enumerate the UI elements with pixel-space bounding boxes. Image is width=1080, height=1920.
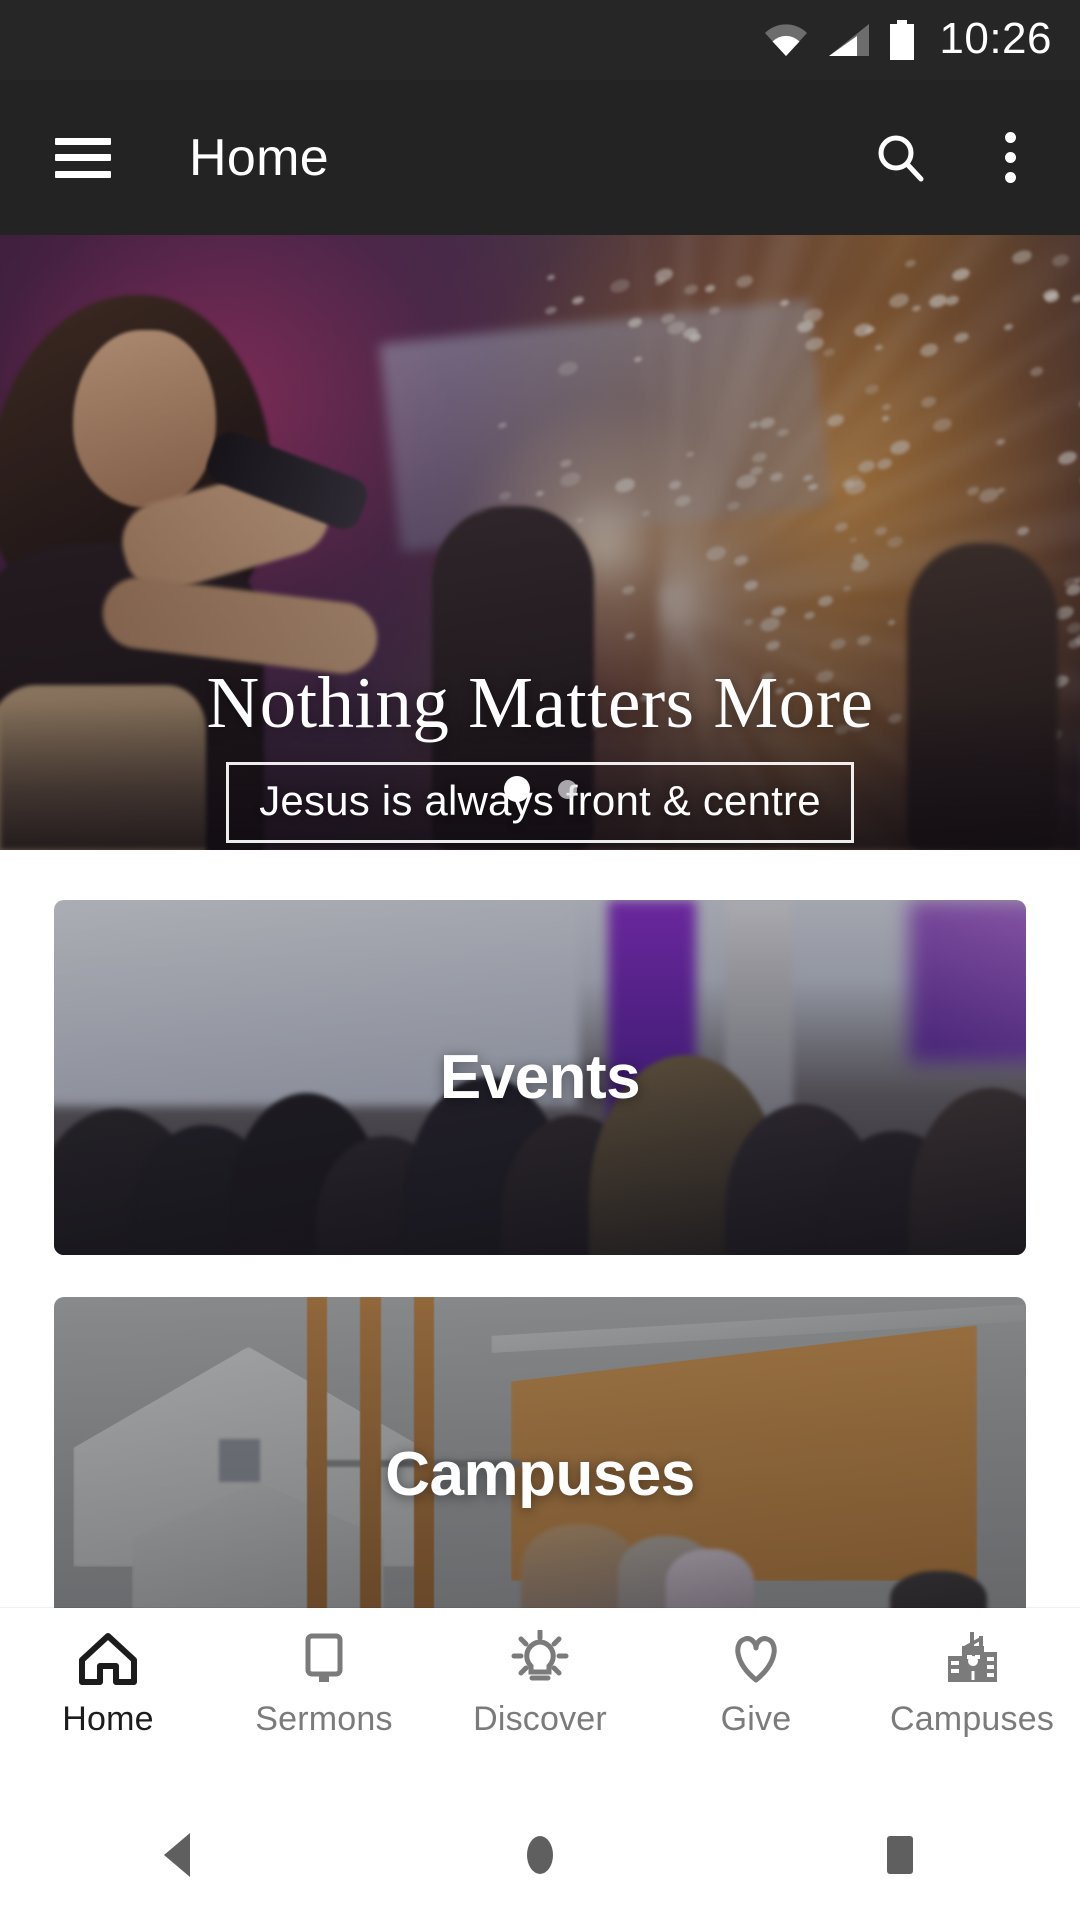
nav-label-sermons: Sermons: [255, 1700, 393, 1738]
status-bar: 10:26: [0, 0, 1080, 80]
nav-item-give[interactable]: Give: [648, 1608, 864, 1739]
hero-caption: Nothing Matters More Jesus is always fro…: [0, 662, 1080, 844]
overflow-menu-icon[interactable]: [987, 124, 1034, 191]
buildings-icon: [948, 1632, 997, 1682]
card-campuses[interactable]: Campuses: [54, 1297, 1026, 1608]
nav-label-campuses: Campuses: [889, 1700, 1055, 1738]
home-icon: [79, 1633, 137, 1685]
search-icon[interactable]: [873, 130, 929, 186]
recents-button[interactable]: [720, 1829, 1080, 1881]
cellular-signal-icon: [829, 24, 870, 56]
carousel-dot-2[interactable]: [557, 779, 577, 799]
lightbulb-icon: [511, 1630, 569, 1681]
home-button[interactable]: [360, 1829, 720, 1881]
hero-carousel[interactable]: Nothing Matters More Jesus is always fro…: [0, 235, 1080, 850]
back-button[interactable]: [0, 1829, 360, 1881]
app-screen: 10:26 Home Nothing Matters More Jesus is…: [0, 0, 1080, 1920]
monitor-icon: [305, 1633, 343, 1682]
status-bar-clock: 10:26: [939, 13, 1052, 63]
nav-item-sermons[interactable]: Sermons: [216, 1608, 432, 1739]
nav-label-give: Give: [720, 1700, 792, 1738]
carousel-dot-1[interactable]: [503, 776, 530, 802]
nav-item-campuses[interactable]: Campuses: [864, 1608, 1080, 1739]
content-list: Events Campuses: [0, 850, 1080, 1608]
carousel-pagination[interactable]: [0, 776, 1080, 802]
nav-label-discover: Discover: [473, 1700, 607, 1738]
nav-item-discover[interactable]: Discover: [432, 1608, 648, 1739]
nav-label-home: Home: [62, 1700, 154, 1738]
heart-icon: [735, 1636, 777, 1683]
bottom-navigation: Home Sermons Discover Give Campuses: [0, 1608, 1080, 1790]
hero-subtitle-box: Jesus is always front & centre: [226, 762, 854, 844]
battery-icon: [890, 20, 915, 60]
card-events[interactable]: Events: [54, 900, 1026, 1255]
app-bar: Home: [0, 80, 1080, 235]
nav-item-home[interactable]: Home: [0, 1608, 216, 1739]
events-card-label: Events: [439, 1043, 641, 1112]
campuses-card-label: Campuses: [385, 1440, 695, 1509]
app-bar-actions: [873, 124, 1080, 191]
wifi-icon: [765, 24, 808, 56]
system-navigation-bar: [0, 1790, 1080, 1920]
hero-title: Nothing Matters More: [206, 662, 874, 743]
hamburger-menu-icon[interactable]: [55, 137, 111, 178]
page-title: Home: [189, 128, 329, 187]
